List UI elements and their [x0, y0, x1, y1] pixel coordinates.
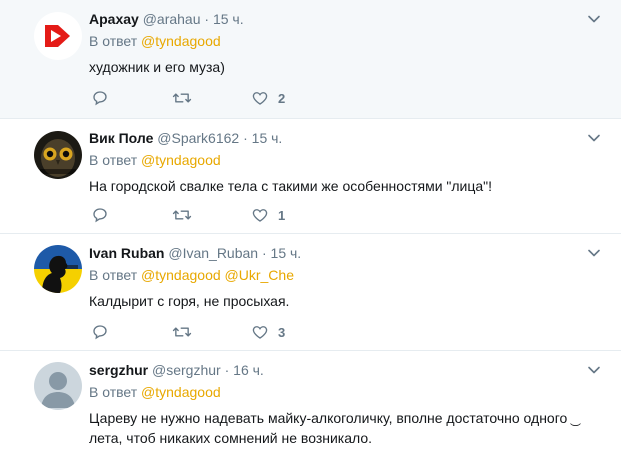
tweet-actions: 2	[89, 89, 349, 109]
like-count: 1	[278, 207, 286, 223]
reply-context: В ответ @tyndagood @Ukr_Che	[89, 266, 294, 284]
tweet-text: Цареву не нужно надевать майку-алкоголич…	[89, 410, 572, 446]
retweet-icon	[172, 327, 192, 337]
tweet-header: Ivan Ruban @Ivan_Ruban · 15 ч.	[89, 244, 301, 262]
separator-dot: ·	[204, 11, 210, 27]
retweet-icon	[172, 93, 192, 103]
timestamp[interactable]: 16 ч.	[233, 362, 264, 378]
tweet-text: художник и его муза)	[89, 59, 225, 75]
tweet-actions: 3	[89, 323, 349, 343]
author-handle[interactable]: @arahau	[143, 11, 201, 27]
heart-icon	[252, 209, 268, 222]
reply-button[interactable]	[91, 323, 109, 341]
author-name[interactable]: sergzhur	[89, 362, 148, 378]
reply-icon	[93, 208, 107, 223]
tweet-header: Вик Поле @Spark6162 · 15 ч.	[89, 129, 282, 147]
mention-link[interactable]: @tyndagood	[141, 33, 221, 49]
tweet-item[interactable]: Арахау @arahau · 15 ч. В ответ @tyndagoo…	[0, 0, 621, 119]
owl-photo-icon	[34, 131, 82, 179]
tweet-item[interactable]: sergzhur @sergzhur · 16 ч. В ответ @tynd…	[0, 351, 621, 461]
red-play-logo-icon	[34, 12, 82, 60]
chevron-down-icon[interactable]	[587, 246, 601, 260]
retweet-button[interactable]	[172, 323, 192, 341]
separator-dot: ·	[243, 130, 248, 146]
like-count: 2	[278, 90, 286, 106]
timestamp[interactable]: 15 ч.	[213, 11, 244, 27]
reply-button[interactable]	[91, 206, 109, 224]
author-name[interactable]: Ivan Ruban	[89, 245, 164, 261]
reply-prefix: В ответ	[89, 33, 138, 49]
reply-button[interactable]	[91, 89, 109, 107]
heart-icon	[252, 326, 268, 339]
tweet-actions: 1	[89, 206, 349, 226]
reply-context: В ответ @tyndagood	[89, 383, 221, 401]
author-handle[interactable]: @Ivan_Ruban	[168, 245, 258, 261]
ukraine-flag-silhouette-icon	[34, 245, 82, 293]
tweet-header: Арахау @arahau · 15 ч.	[89, 10, 244, 28]
like-button[interactable]: 3	[251, 323, 285, 341]
like-button[interactable]: 1	[251, 206, 285, 224]
timestamp[interactable]: 15 ч.	[271, 245, 302, 261]
author-name[interactable]: Вик Поле	[89, 130, 153, 146]
mention-link[interactable]: @tyndagood	[141, 152, 221, 168]
chevron-down-icon[interactable]	[587, 131, 601, 145]
avatar[interactable]	[34, 245, 82, 293]
reply-prefix: В ответ	[89, 267, 138, 283]
author-name[interactable]: Арахау	[89, 11, 139, 27]
reply-icon	[93, 91, 107, 106]
avatar[interactable]	[34, 362, 82, 410]
heart-icon	[252, 92, 268, 105]
retweet-button[interactable]	[172, 206, 192, 224]
timestamp[interactable]: 15 ч.	[252, 130, 283, 146]
like-count: 3	[278, 324, 286, 340]
tweet-text: Калдырит с горя, не просыхая.	[89, 293, 290, 309]
mention-link[interactable]: @Ukr_Che	[225, 267, 294, 283]
mention-link[interactable]: @tyndagood	[141, 384, 221, 400]
author-handle[interactable]: @sergzhur	[152, 362, 221, 378]
reply-context: В ответ @tyndagood	[89, 151, 221, 169]
reply-context: В ответ @tyndagood	[89, 32, 221, 50]
tweet-item[interactable]: Вик Поле @Spark6162 · 15 ч. В ответ @tyn…	[0, 119, 621, 234]
separator-dot: ·	[224, 362, 230, 378]
avatar[interactable]	[34, 131, 82, 179]
chevron-down-icon[interactable]	[587, 12, 601, 26]
retweet-button[interactable]	[172, 89, 192, 107]
like-button[interactable]: 2	[251, 89, 285, 107]
tweet-item[interactable]: Ivan Ruban @Ivan_Ruban · 15 ч. В ответ @…	[0, 234, 621, 351]
reply-icon	[93, 325, 107, 340]
mention-link[interactable]: @tyndagood	[141, 267, 221, 283]
default-profile-silhouette-icon	[34, 362, 82, 410]
reply-prefix: В ответ	[89, 152, 138, 168]
chevron-down-icon[interactable]	[587, 363, 601, 377]
separator-dot: ·	[261, 245, 267, 261]
author-handle[interactable]: @Spark6162	[157, 130, 239, 146]
tweet-header: sergzhur @sergzhur · 16 ч.	[89, 361, 264, 379]
reply-prefix: В ответ	[89, 384, 138, 400]
tweet-text: На городской свалке тела с такими же осо…	[89, 178, 493, 194]
avatar[interactable]	[34, 12, 82, 60]
retweet-icon	[172, 210, 192, 220]
